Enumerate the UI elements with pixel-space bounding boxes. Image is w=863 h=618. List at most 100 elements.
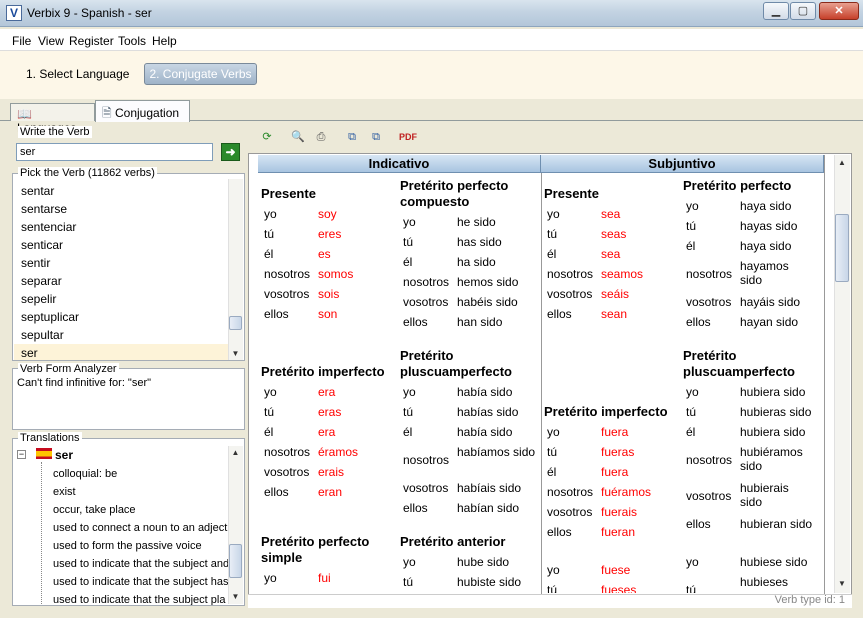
verb-form: hubiéramos sido [740,445,803,473]
close-button[interactable]: ✕ [819,2,859,20]
verb-form: eras [318,405,342,419]
pronoun: yo [547,207,560,221]
copy-icon[interactable]: ⧉ [344,129,360,145]
translation-item[interactable]: used to indicate that the subject pla [53,594,228,605]
verb-form: habían sido [457,501,520,515]
translation-item[interactable]: used to indicate that the subject and [53,558,228,570]
translation-item[interactable]: occur, take place [53,504,228,516]
pdf-icon[interactable]: PDF [399,129,417,145]
verb-form: hemos sido [457,275,519,289]
pronoun: tú [686,219,697,233]
translations-scroll-thumb[interactable] [229,544,242,578]
copy-all-icon[interactable]: ⧉ [368,129,384,145]
collapse-icon[interactable]: − [17,450,26,459]
pronoun: nosotros [547,485,594,499]
translation-item[interactable]: exist [53,486,228,498]
verb-form: hayan sido [740,315,799,329]
translation-root[interactable]: ser [55,448,73,462]
scroll-down-icon[interactable]: ▼ [835,579,849,588]
tense-title: Pretérito imperfecto [261,364,385,379]
list-item-selected[interactable]: ser [21,346,38,360]
menu-register[interactable]: Register [69,34,114,48]
pronoun: yo [264,207,277,221]
scroll-down-icon[interactable]: ▼ [229,592,242,601]
menu-help[interactable]: Help [152,34,177,48]
list-item[interactable]: sepultar [21,328,64,342]
menu-view[interactable]: View [38,34,64,48]
list-item[interactable]: sepelir [21,292,56,306]
pronoun: yo [403,215,416,229]
verb-form: hubiera sido [740,425,806,439]
pronoun: nosotros [264,445,311,459]
translations-scrollbar[interactable] [228,446,243,604]
verb-form: seáis [601,287,630,301]
scroll-up-icon[interactable]: ▲ [229,448,242,457]
step-select-language[interactable]: 1. Select Language [26,67,129,81]
verb-form: es [318,247,331,261]
verb-form: fuéramos [601,485,652,499]
scroll-up-icon[interactable]: ▲ [835,158,849,167]
pronoun: nosotros [547,267,594,281]
list-item[interactable]: sentir [21,256,50,270]
tab-conjugation[interactable]: 🗎 Conjugation [95,100,190,122]
pronoun: ellos [686,315,711,329]
list-item[interactable]: sentenciar [21,220,76,234]
spain-flag-icon [36,448,52,459]
translation-item[interactable]: used to form the passive voice [53,540,228,552]
pronoun: él [547,247,557,261]
pronoun: vosotros [403,295,449,309]
verb-form: fuese [601,563,631,577]
verb-form: era [318,425,336,439]
column-divider [824,155,825,594]
menu-tools[interactable]: Tools [118,34,146,48]
verb-form: hubierais sido [740,481,789,509]
print-icon[interactable]: ⎙ [313,129,329,145]
verb-form: sois [318,287,340,301]
conjugation-scroll-thumb[interactable] [835,214,849,282]
app-icon: V [6,5,22,21]
preview-icon[interactable]: 🔍 [290,129,306,145]
list-item[interactable]: septuplicar [21,310,79,324]
pronoun: tú [403,405,414,419]
tab-languages[interactable]: 📖 Languages [10,103,95,135]
verb-form: hubieras sido [740,405,812,419]
menu-file[interactable]: File [12,34,31,48]
verb-form: hayas sido [740,219,798,233]
maximize-button[interactable]: ▢ [790,2,816,20]
translation-item[interactable]: colloquial: be [53,468,228,480]
verb-form: hayamos sido [740,259,789,287]
pronoun: yo [686,199,699,213]
list-item[interactable]: sentarse [21,202,67,216]
refresh-icon[interactable]: ⟳ [259,129,275,145]
tense-title: Pretérito imperfecto [544,404,668,419]
pronoun: tú [403,235,414,249]
verb-form: fueras [601,445,635,459]
translation-item[interactable]: used to connect a noun to an adject [53,522,228,534]
pronoun: él [547,465,557,479]
pronoun: yo [686,385,699,399]
verb-form: hubiera sido [740,385,806,399]
verb-form: era [318,385,336,399]
step-bar [0,51,863,99]
translation-item[interactable]: used to indicate that the subject has [53,576,228,588]
minimize-button[interactable]: ▁ [763,2,789,20]
list-item[interactable]: sentar [21,184,54,198]
pronoun: vosotros [264,465,310,479]
verb-list-scroll-thumb[interactable] [229,316,242,330]
tense-title: Pretérito pluscuamperfecto [400,348,512,379]
pronoun: ellos [403,315,428,329]
verb-form: éramos [318,445,359,459]
verb-form: hubieses [740,575,789,589]
list-item[interactable]: separar [21,274,62,288]
list-item[interactable]: senticar [21,238,63,252]
verb-list-scrollbar[interactable] [228,179,243,360]
verb-form: habíamos sido [457,445,536,459]
go-button[interactable]: ➜ [221,143,240,161]
step-conjugate-verbs[interactable]: 2. Conjugate Verbs [144,63,257,85]
verb-form: habías sido [457,405,519,419]
verb-input[interactable]: ser [16,143,213,161]
scroll-down-icon[interactable]: ▼ [229,349,242,358]
tree-line [41,462,42,604]
pronoun: él [264,247,274,261]
analyzer-label: Verb Form Analyzer [18,363,119,375]
